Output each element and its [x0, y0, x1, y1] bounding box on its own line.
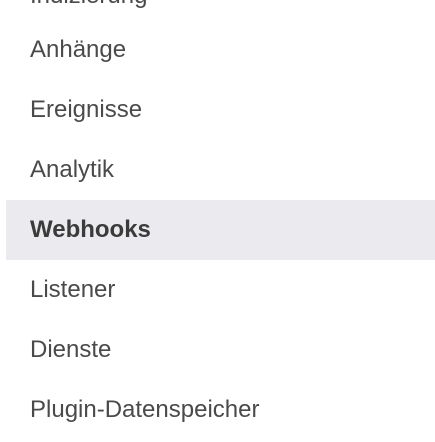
sidebar-item-label: Dienste	[30, 336, 112, 363]
settings-sidebar-nav: Indizierung Anhänge Ereignisse Analytik …	[0, 0, 435, 440]
sidebar-item-listener[interactable]: Listener	[6, 260, 435, 320]
sidebar-item-label: Ereignisse	[30, 96, 143, 123]
sidebar-item-dienste[interactable]: Dienste	[6, 320, 435, 380]
sidebar-item-plugin-datenspeicher[interactable]: Plugin-Datenspeicher	[6, 380, 435, 440]
sidebar-item-webhooks[interactable]: Webhooks	[6, 200, 435, 260]
sidebar-item-label: Indizierung	[30, 0, 147, 9]
sidebar-item-analytik[interactable]: Analytik	[6, 140, 435, 200]
sidebar-item-label: Anhänge	[30, 36, 127, 63]
sidebar-item-label: Plugin-Datenspeicher	[30, 396, 260, 423]
sidebar-item-label: Listener	[30, 276, 116, 303]
sidebar-item-label: Webhooks	[30, 216, 151, 243]
sidebar-item-ereignisse[interactable]: Ereignisse	[6, 80, 435, 140]
sidebar-item-anhaenge[interactable]: Anhänge	[6, 20, 435, 80]
sidebar-item-label: Analytik	[30, 156, 115, 183]
